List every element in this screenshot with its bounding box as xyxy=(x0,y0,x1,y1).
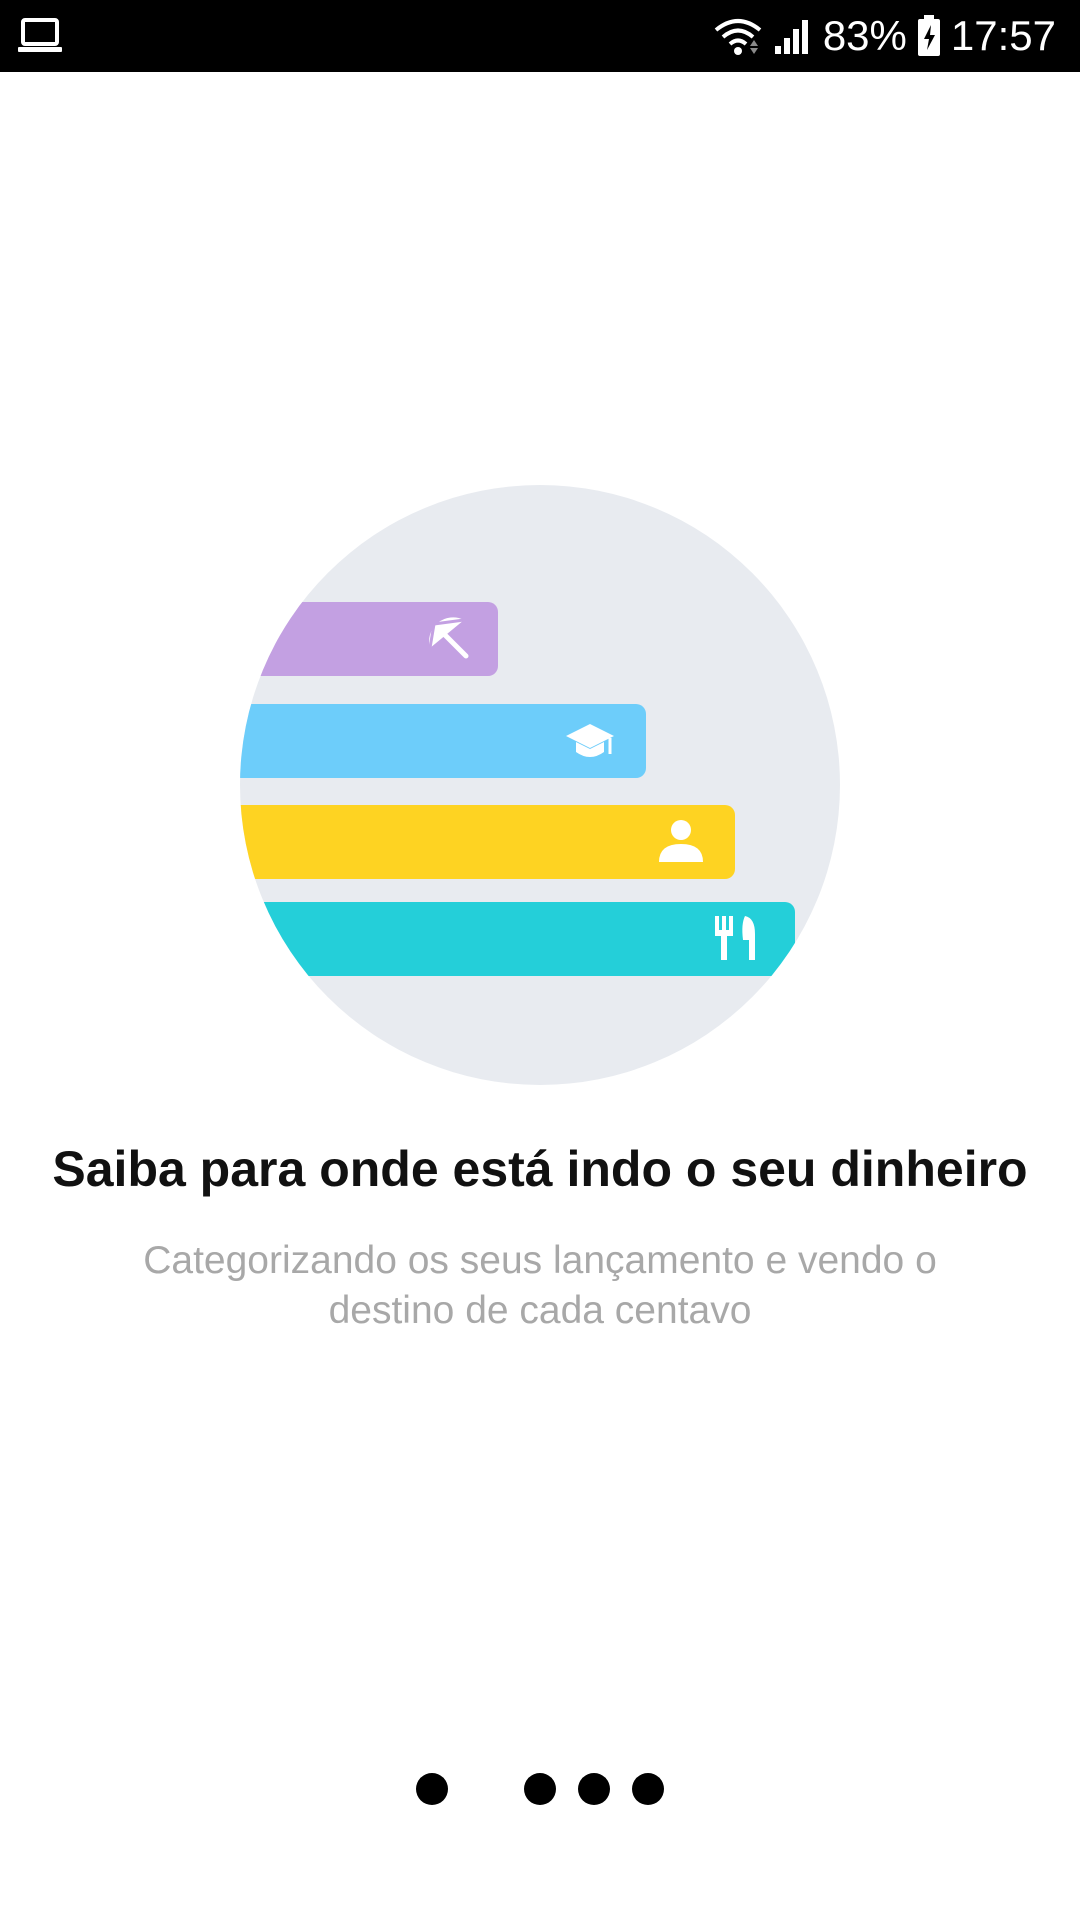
illustration-circle xyxy=(240,485,840,1085)
page-dot-2[interactable] xyxy=(524,1773,556,1805)
laptop-icon xyxy=(18,18,62,52)
category-bar-personal xyxy=(240,805,735,879)
page-dot-3[interactable] xyxy=(578,1773,610,1805)
fork-knife-icon xyxy=(715,916,755,960)
category-bar-food xyxy=(240,902,795,976)
category-bar-education xyxy=(240,704,646,778)
category-bars-illustration xyxy=(0,0,1080,1920)
status-icons: 83% 17:57 xyxy=(713,0,1056,72)
battery-charging-icon xyxy=(917,15,940,56)
onboarding-description: Categorizando os seus lançamento e vendo… xyxy=(143,1239,937,1332)
battery-percent: 83% xyxy=(822,12,907,59)
page-indicator xyxy=(0,1773,1080,1805)
beach-umbrella-icon xyxy=(428,617,469,659)
graduation-cap-icon xyxy=(566,724,614,757)
clock: 17:57 xyxy=(950,12,1056,59)
wifi-icon xyxy=(714,19,762,55)
category-bar-leisure xyxy=(240,602,498,676)
page-dot-4[interactable] xyxy=(632,1773,664,1805)
page-dot-1[interactable] xyxy=(416,1773,448,1805)
onboarding-title: Saiba para onde está indo o seu dinheiro xyxy=(52,1141,1028,1197)
person-icon xyxy=(659,820,703,862)
status-bar: 83% 17:57 xyxy=(0,0,1080,72)
signal-icon xyxy=(774,20,808,54)
